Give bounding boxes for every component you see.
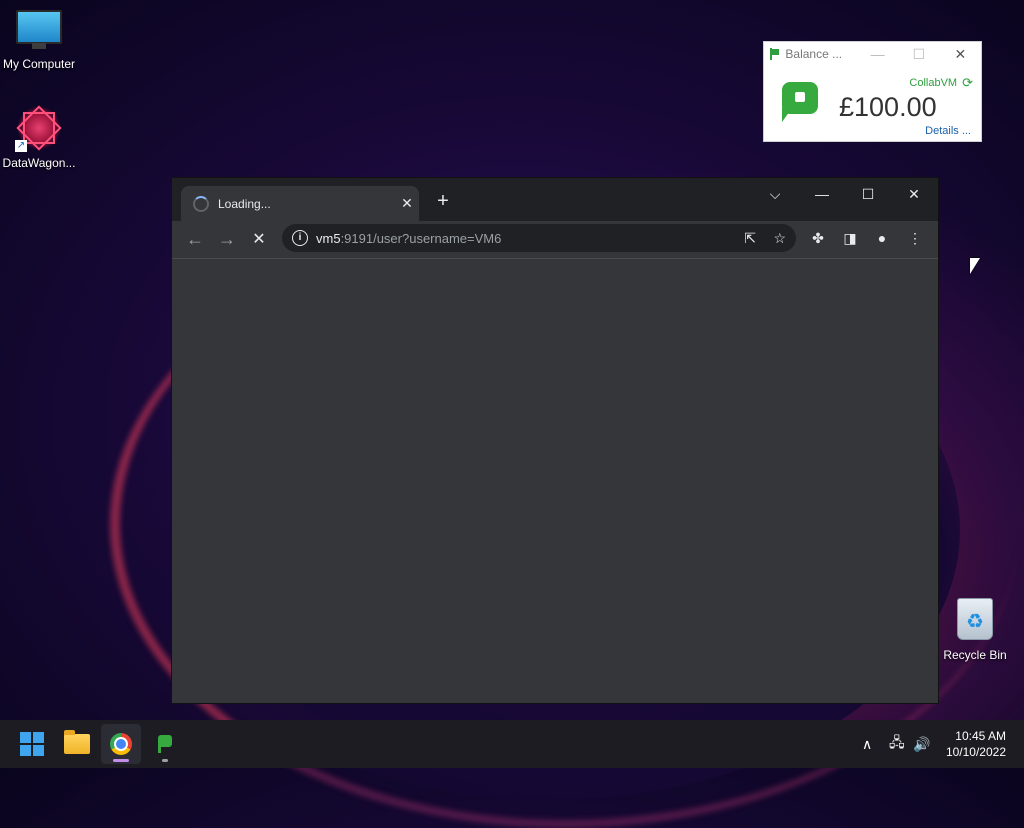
tab-close-button[interactable]: ✕	[395, 195, 419, 212]
taskbar-file-explorer[interactable]	[57, 724, 97, 764]
taskbar: ∧ 🖧 🔊 10:45 AM 10/10/2022	[0, 720, 1024, 768]
page-content-area[interactable]	[172, 258, 938, 703]
tab-loading[interactable]: Loading... ✕	[181, 186, 419, 221]
loading-spinner-icon	[193, 195, 209, 212]
refresh-icon[interactable]: ⟳	[962, 75, 973, 91]
forward-button[interactable]: →	[211, 229, 243, 250]
profile-icon[interactable]: ●	[872, 230, 892, 246]
chrome-icon	[110, 733, 132, 755]
stop-button[interactable]: ✕	[243, 229, 275, 249]
flag-icon	[770, 48, 780, 60]
datawagon-icon: ↗	[15, 104, 63, 152]
widget-maximize-button[interactable]: ☐	[898, 46, 939, 63]
clock-date: 10/10/2022	[945, 745, 1006, 759]
recycle-bin-icon: ♻	[957, 598, 993, 640]
url-host: vm5	[316, 230, 341, 246]
widget-title: Balance ...	[785, 47, 843, 61]
side-panel-icon[interactable]: ◨	[840, 230, 860, 247]
back-button[interactable]: ←	[179, 229, 211, 250]
desktop-icon-label: My Computer	[2, 57, 76, 71]
taskbar-chrome[interactable]	[101, 724, 141, 764]
volume-icon[interactable]: 🔊	[913, 720, 930, 768]
widget-source: CollabVM ⟳	[909, 75, 973, 91]
browser-toolbar: ← → ✕ i vm5:9191/user?username=VM6 ⇱ ☆ ✤…	[172, 221, 938, 257]
collabvm-flag-icon	[158, 735, 172, 753]
new-tab-button[interactable]: +	[430, 190, 456, 213]
desktop-icon-my-computer[interactable]: My Computer	[1, 10, 77, 71]
taskbar-collabvm[interactable]	[145, 724, 185, 764]
site-info-icon[interactable]: i	[292, 230, 308, 246]
tab-search-button[interactable]: ⌵	[752, 178, 798, 210]
browser-window: Loading... ✕ + ⌵ — ☐ ✕ ← → ✕ i vm5:9191/…	[172, 178, 938, 703]
bookmark-star-icon[interactable]: ☆	[773, 230, 786, 247]
tab-strip: Loading... ✕ + ⌵ — ☐ ✕	[172, 178, 938, 221]
widget-source-label: CollabVM	[909, 77, 958, 89]
extensions-icon[interactable]: ✤	[808, 230, 828, 247]
url-path: :9191/user?username=VM6	[340, 230, 502, 246]
desktop-icon-datawagon[interactable]: ↗ DataWagon...	[1, 104, 77, 170]
network-icon[interactable]: 🖧	[889, 720, 905, 768]
start-button[interactable]	[12, 724, 52, 764]
address-bar[interactable]: i vm5:9191/user?username=VM6 ⇱ ☆	[282, 224, 796, 252]
widget-minimize-button[interactable]: —	[857, 46, 898, 62]
folder-icon	[64, 730, 90, 754]
tab-title: Loading...	[218, 196, 271, 211]
desktop-icon-recycle-bin[interactable]: ♻ Recycle Bin	[937, 598, 1013, 662]
balance-amount: £100.00	[839, 92, 937, 122]
window-close-button[interactable]: ✕	[891, 178, 937, 210]
monitor-icon	[16, 10, 62, 49]
tray-overflow-button[interactable]: ∧	[862, 720, 872, 768]
chevron-up-icon: ∧	[862, 735, 873, 752]
widget-titlebar: Balance ... — ☐ ✕	[764, 42, 981, 66]
widget-close-button[interactable]: ✕	[940, 46, 981, 63]
clock-time: 10:45 AM	[955, 729, 1006, 743]
running-indicator	[162, 759, 168, 762]
desktop-icon-label: Recycle Bin	[943, 648, 1007, 662]
active-indicator	[113, 759, 129, 762]
shortcut-arrow-icon: ↗	[15, 140, 27, 152]
details-link[interactable]: Details ...	[925, 125, 971, 137]
menu-icon[interactable]: ⋮	[905, 230, 925, 247]
window-minimize-button[interactable]: —	[799, 178, 845, 210]
balance-widget: Balance ... — ☐ ✕ CollabVM ⟳ £100.00 Det…	[763, 41, 982, 142]
mouse-cursor-icon	[970, 258, 980, 274]
share-icon[interactable]: ⇱	[744, 230, 756, 247]
window-maximize-button[interactable]: ☐	[845, 178, 891, 210]
windows-logo-icon	[20, 732, 44, 756]
desktop-icon-label: DataWagon...	[2, 156, 76, 170]
taskbar-clock[interactable]: 10:45 AM 10/10/2022	[946, 728, 1006, 760]
collabvm-logo-icon	[782, 82, 818, 126]
